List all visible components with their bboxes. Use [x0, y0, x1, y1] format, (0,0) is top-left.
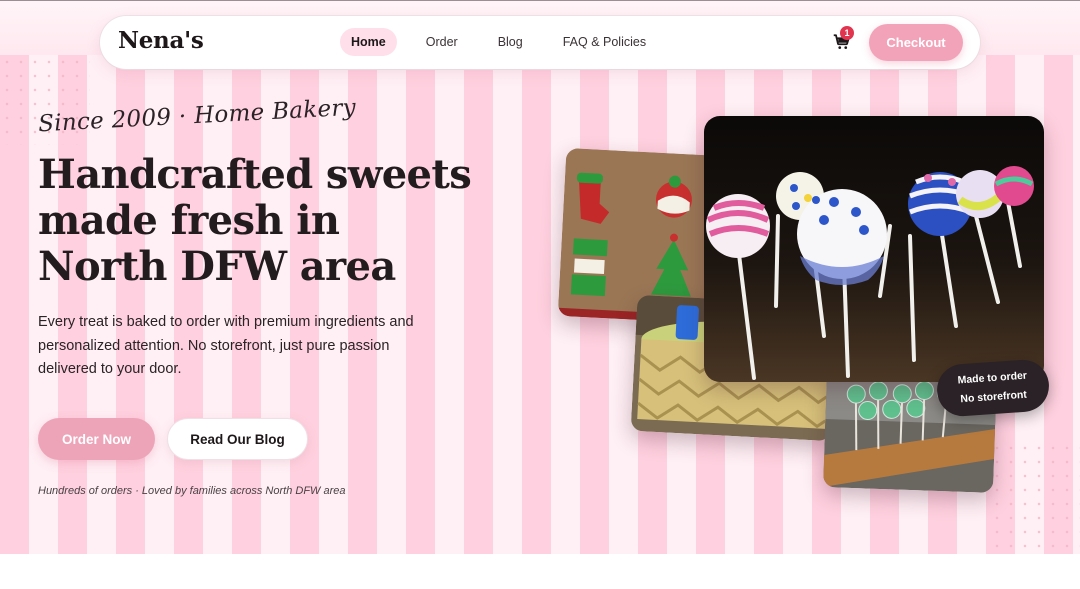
hero-headline: Handcrafted sweets made fresh in North D… [38, 151, 472, 290]
nav-menu: Home Order Blog FAQ & Policies [340, 28, 675, 56]
made-to-order-badge: Made to order No storefront [935, 358, 1051, 418]
checkout-button[interactable]: Checkout [869, 24, 963, 61]
read-blog-button[interactable]: Read Our Blog [167, 418, 308, 460]
page-below-hero [0, 554, 1080, 589]
nav-item-order[interactable]: Order [415, 28, 469, 56]
hero-description: Every treat is baked to order with premi… [38, 314, 414, 377]
nav-item-home[interactable]: Home [340, 28, 397, 56]
nav-item-blog[interactable]: Blog [487, 28, 534, 56]
cake-pops-photo [704, 116, 1044, 382]
dot-pattern-right [990, 441, 1080, 551]
brand-logo[interactable]: Nena's [118, 27, 204, 54]
nav-item-faq-policies[interactable]: FAQ & Policies [552, 28, 657, 56]
cart-count-badge: 1 [840, 26, 854, 40]
order-now-button[interactable]: Order Now [38, 418, 155, 460]
social-proof-text: Hundreds of orders · Loved by families a… [38, 485, 346, 497]
top-navigation: Nena's Home Order Blog FAQ & Policies 1 … [100, 16, 980, 69]
